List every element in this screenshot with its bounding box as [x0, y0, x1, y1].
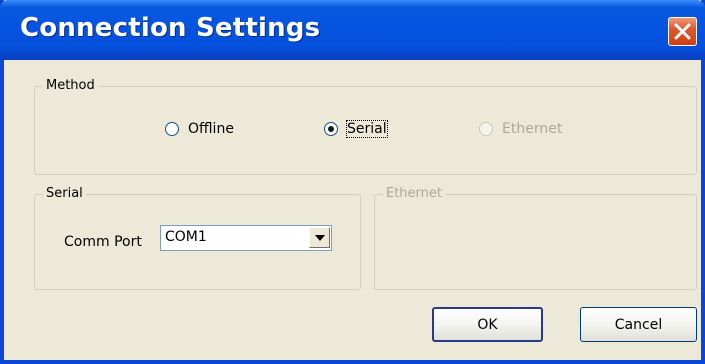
- ethernet-radio-circle: [479, 122, 493, 136]
- serial-legend: Serial: [43, 186, 86, 202]
- serial-radio-circle[interactable]: [324, 122, 338, 136]
- offline-radio-circle[interactable]: [165, 122, 179, 136]
- ok-button[interactable]: OK: [432, 307, 543, 342]
- window-title: Connection Settings: [20, 13, 321, 43]
- close-icon: [674, 23, 691, 40]
- dropdown-arrow-button[interactable]: [309, 227, 330, 248]
- close-button[interactable]: [668, 17, 697, 46]
- offline-radio[interactable]: Offline: [165, 121, 234, 137]
- ethernet-groupbox: Ethernet: [374, 186, 697, 290]
- title-bar[interactable]: Connection Settings: [0, 0, 705, 60]
- comm-port-label: Comm Port: [64, 234, 142, 250]
- serial-radio[interactable]: Serial: [324, 120, 388, 138]
- ethernet-radio: Ethernet: [479, 121, 562, 137]
- comm-port-select[interactable]: COM1: [160, 225, 332, 251]
- offline-radio-label[interactable]: Offline: [188, 121, 234, 137]
- method-legend: Method: [43, 78, 98, 94]
- serial-radio-label[interactable]: Serial: [346, 120, 388, 138]
- ethernet-radio-label: Ethernet: [502, 121, 563, 137]
- chevron-down-icon: [315, 235, 325, 241]
- connection-settings-dialog: Connection Settings Method Offline Seria…: [0, 0, 705, 364]
- cancel-button[interactable]: Cancel: [580, 307, 697, 342]
- comm-port-value: COM1: [165, 229, 207, 245]
- ethernet-legend: Ethernet: [383, 186, 445, 202]
